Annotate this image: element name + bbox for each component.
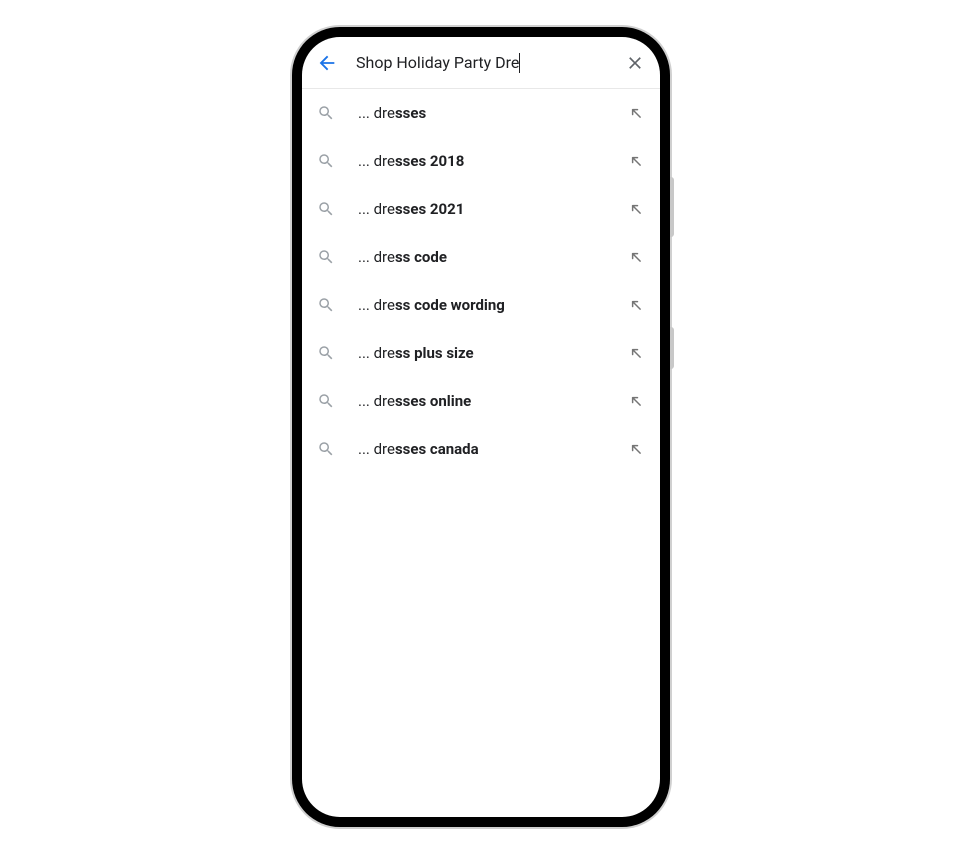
close-icon (625, 53, 645, 73)
suggestion-text: ... dresses canada (358, 440, 626, 458)
suggestion-typed: dre (374, 152, 395, 170)
insert-suggestion-button[interactable] (626, 295, 646, 315)
phone-side-button (670, 327, 674, 369)
phone-screen: Shop Holiday Party Dre ... dresses... dr… (302, 37, 660, 817)
suggestion-completion: ss code wording (395, 296, 505, 314)
search-icon (316, 103, 336, 123)
suggestion-completion: sses 2018 (395, 152, 464, 170)
suggestion-prefix: ... (358, 248, 374, 266)
back-arrow-icon (316, 52, 338, 74)
search-icon (316, 391, 336, 411)
arrow-up-left-icon (627, 152, 645, 170)
clear-search-button[interactable] (624, 52, 646, 74)
insert-suggestion-button[interactable] (626, 391, 646, 411)
suggestion-prefix: ... (358, 200, 374, 218)
suggestion-completion: sses (395, 104, 426, 122)
suggestion-list: ... dresses... dresses 2018... dresses 2… (302, 89, 660, 817)
insert-suggestion-button[interactable] (626, 343, 646, 363)
search-input[interactable]: Shop Holiday Party Dre (356, 53, 624, 73)
suggestion-text: ... dress code (358, 248, 626, 266)
arrow-up-left-icon (627, 296, 645, 314)
phone-side-button (670, 177, 674, 237)
arrow-up-left-icon (627, 104, 645, 122)
suggestion-typed: dre (374, 248, 395, 266)
suggestion-text: ... dress code wording (358, 296, 626, 314)
suggestion-text: ... dress plus size (358, 344, 626, 362)
search-icon (316, 199, 336, 219)
suggestion-text: ... dresses 2018 (358, 152, 626, 170)
insert-suggestion-button[interactable] (626, 199, 646, 219)
suggestion-item[interactable]: ... dresses 2018 (302, 137, 660, 185)
arrow-up-left-icon (627, 440, 645, 458)
suggestion-prefix: ... (358, 152, 374, 170)
search-icon (316, 343, 336, 363)
search-icon (316, 151, 336, 171)
suggestion-text: ... dresses (358, 104, 626, 122)
suggestion-prefix: ... (358, 392, 374, 410)
insert-suggestion-button[interactable] (626, 103, 646, 123)
phone-frame: Shop Holiday Party Dre ... dresses... dr… (292, 27, 670, 827)
suggestion-completion: sses 2021 (395, 200, 464, 218)
suggestion-typed: dre (374, 344, 395, 362)
suggestion-typed: dre (374, 392, 395, 410)
arrow-up-left-icon (627, 392, 645, 410)
back-button[interactable] (316, 52, 338, 74)
search-icon (316, 247, 336, 267)
search-input-value: Shop Holiday Party Dre (356, 53, 519, 72)
suggestion-typed: dre (374, 440, 395, 458)
arrow-up-left-icon (627, 248, 645, 266)
suggestion-item[interactable]: ... dresses 2021 (302, 185, 660, 233)
search-icon (316, 439, 336, 459)
arrow-up-left-icon (627, 200, 645, 218)
suggestion-prefix: ... (358, 104, 374, 122)
suggestion-typed: dre (374, 296, 395, 314)
suggestion-completion: ss plus size (395, 344, 474, 362)
suggestion-completion: ss code (395, 248, 447, 266)
suggestion-item[interactable]: ... dresses online (302, 377, 660, 425)
search-header: Shop Holiday Party Dre (302, 37, 660, 89)
insert-suggestion-button[interactable] (626, 151, 646, 171)
insert-suggestion-button[interactable] (626, 439, 646, 459)
suggestion-item[interactable]: ... dresses (302, 89, 660, 137)
suggestion-completion: sses online (395, 392, 471, 410)
search-icon (316, 295, 336, 315)
suggestion-typed: dre (374, 104, 395, 122)
arrow-up-left-icon (627, 344, 645, 362)
suggestion-item[interactable]: ... dress code wording (302, 281, 660, 329)
suggestion-prefix: ... (358, 296, 374, 314)
suggestion-typed: dre (374, 200, 395, 218)
suggestion-item[interactable]: ... dress plus size (302, 329, 660, 377)
insert-suggestion-button[interactable] (626, 247, 646, 267)
suggestion-prefix: ... (358, 344, 374, 362)
text-cursor (519, 53, 520, 73)
suggestion-text: ... dresses 2021 (358, 200, 626, 218)
suggestion-item[interactable]: ... dress code (302, 233, 660, 281)
suggestion-prefix: ... (358, 440, 374, 458)
suggestion-text: ... dresses online (358, 392, 626, 410)
suggestion-completion: sses canada (395, 440, 479, 458)
suggestion-item[interactable]: ... dresses canada (302, 425, 660, 473)
